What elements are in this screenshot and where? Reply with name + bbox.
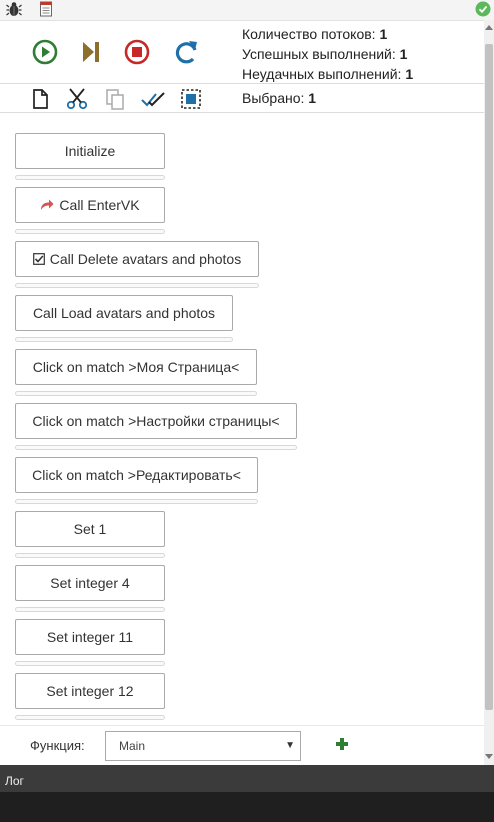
toolbar-divider — [0, 83, 484, 84]
step-click-page-settings-button[interactable]: Click on match >Настройки страницы< — [15, 403, 297, 439]
step-call-delete-avatars-button[interactable]: Call Delete avatars and photos — [15, 241, 259, 277]
step-progress-bar — [15, 607, 165, 612]
step-label: Set integer 11 — [46, 629, 134, 645]
log-header: Лог — [0, 765, 494, 792]
step-label: Call Delete avatars and photos — [49, 251, 242, 267]
document-icon[interactable] — [38, 1, 54, 17]
step-label: Set integer 12 — [46, 683, 134, 699]
step-progress-bar — [15, 499, 258, 504]
success-stat: Успешных выполнений: 1 — [242, 46, 407, 62]
status-ok-icon — [475, 1, 491, 17]
step-label: Click on match >Настройки страницы< — [32, 413, 280, 429]
fail-label: Неудачных выполнений: — [242, 66, 402, 82]
step-progress-bar — [15, 175, 165, 180]
step-label: Call Load avatars and photos — [32, 305, 216, 321]
threads-stat: Количество потоков: 1 — [242, 26, 387, 42]
vertical-scrollbar[interactable] — [484, 20, 494, 765]
step-initialize-button[interactable]: Initialize — [15, 133, 165, 169]
step-progress-bar — [15, 283, 259, 288]
log-output[interactable] — [0, 792, 494, 822]
paste-button[interactable] — [103, 87, 127, 111]
selected-value: 1 — [308, 90, 317, 106]
function-label: Функция: — [30, 738, 85, 753]
selected-label: Выбрано: — [242, 90, 305, 106]
window-title-bar — [0, 0, 494, 21]
steps-list: Initialize Call EnterVK Call Delete avat… — [0, 113, 484, 725]
share-arrow-icon — [40, 199, 54, 211]
step-progress-bar — [15, 553, 165, 558]
step-label: Click on match >Моя Страница< — [32, 359, 240, 375]
scroll-down-arrow-icon[interactable] — [485, 752, 493, 760]
success-label: Успешных выполнений: — [242, 46, 396, 62]
fail-value: 1 — [405, 66, 414, 82]
step-call-load-avatars-button[interactable]: Call Load avatars and photos — [15, 295, 233, 331]
log-title: Лог — [5, 774, 24, 788]
step-label: Set integer 4 — [50, 575, 130, 591]
scroll-up-arrow-icon[interactable] — [485, 24, 493, 32]
play-button[interactable] — [31, 38, 59, 66]
step-progress-bar — [15, 229, 165, 234]
step-set-integer-12-button[interactable]: Set integer 12 — [15, 673, 165, 709]
step-label: Initialize — [64, 143, 116, 159]
add-function-button[interactable] — [335, 737, 349, 751]
function-select[interactable]: Main ▼ — [105, 731, 301, 761]
select-region-button[interactable] — [179, 87, 203, 111]
threads-label: Количество потоков: — [242, 26, 376, 42]
step-set-1-button[interactable]: Set 1 — [15, 511, 165, 547]
step-click-my-page-button[interactable]: Click on match >Моя Страница< — [15, 349, 257, 385]
step-call-entervk-button[interactable]: Call EnterVK — [15, 187, 165, 223]
step-label: Set 1 — [73, 521, 107, 537]
step-progress-bar — [15, 715, 165, 720]
step-click-edit-button[interactable]: Click on match >Редактировать< — [15, 457, 258, 493]
step-progress-bar — [15, 661, 165, 666]
cut-button[interactable] — [65, 87, 89, 111]
dropdown-caret-icon: ▼ — [285, 740, 295, 751]
refresh-button[interactable] — [173, 38, 201, 66]
step-progress-bar — [15, 445, 297, 450]
checkbox-checked-icon — [32, 253, 45, 265]
selected-stat: Выбрано: 1 — [242, 90, 316, 106]
step-set-integer-4-button[interactable]: Set integer 4 — [15, 565, 165, 601]
stop-button[interactable] — [123, 38, 151, 66]
function-select-value: Main — [119, 739, 146, 753]
scrollbar-thumb[interactable] — [485, 44, 493, 710]
check-all-button[interactable] — [141, 87, 165, 111]
step-progress-bar — [15, 391, 257, 396]
success-value: 1 — [399, 46, 408, 62]
function-bar: Функция: Main ▼ — [0, 725, 484, 766]
threads-value: 1 — [379, 26, 388, 42]
step-label: Click on match >Редактировать< — [32, 467, 241, 483]
step-progress-bar — [15, 337, 233, 342]
step-forward-button[interactable] — [77, 38, 105, 66]
bug-icon — [6, 2, 22, 16]
new-document-button[interactable] — [28, 87, 52, 111]
controls-panel: Количество потоков: 1 Успешных выполнени… — [0, 20, 484, 113]
fail-stat: Неудачных выполнений: 1 — [242, 66, 413, 82]
step-set-integer-11-button[interactable]: Set integer 11 — [15, 619, 165, 655]
step-label: Call EnterVK — [59, 197, 140, 213]
